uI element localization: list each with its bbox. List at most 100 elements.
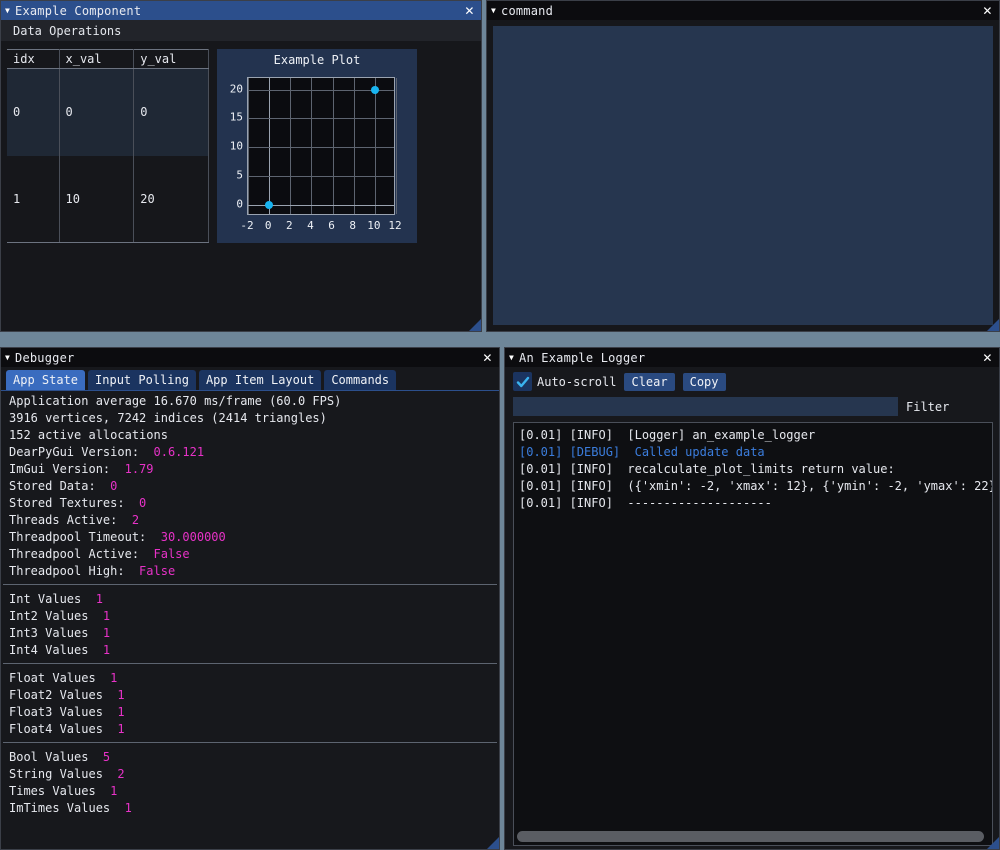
stat-label: Times Values [9,784,103,798]
triangle-down-icon[interactable]: ▼ [5,353,10,362]
divider [3,584,497,585]
command-input[interactable] [493,26,993,325]
example-component-body: Data Operations idx x_val y_val 0 0 0 1 … [1,20,481,331]
close-icon[interactable]: ✕ [480,350,495,365]
plot-gridline-horizontal [248,147,394,148]
window-example-component[interactable]: ▼ Example Component ✕ Data Operations id… [0,0,482,332]
close-icon[interactable]: ✕ [980,350,995,365]
example-component-content: idx x_val y_val 0 0 0 1 10 20 Example Pl… [1,41,481,243]
stat-label: Threads Active: [9,513,125,527]
plot-data-point [370,85,379,94]
resize-grip[interactable] [485,835,499,849]
cell-y-val[interactable]: 0 [133,68,209,156]
stat-value: 1 [110,722,125,736]
resize-grip[interactable] [985,835,999,849]
menu-item-data-operations[interactable]: Data Operations [7,22,127,40]
log-lines: [0.01] [INFO] [Logger] an_example_logger… [519,427,993,512]
plot-y-tick-label: 20 [229,82,243,95]
stat-value: 1 [102,671,118,685]
table-row[interactable]: 1 10 20 [7,155,209,243]
triangle-down-icon[interactable]: ▼ [509,353,514,362]
stat-value: 2 [124,513,140,527]
plot-canvas[interactable] [247,77,397,215]
plot-gridline-vertical [290,78,291,214]
stat-label: Float2 Values [9,688,111,702]
debugger-stat-line: Threads Active: 2 [9,512,493,529]
stat-label: Int2 Values [9,609,96,623]
log-horizontal-scrollbar[interactable] [517,831,989,842]
stat-label: Float4 Values [9,722,111,736]
stat-label: Threadpool Active: [9,547,147,561]
cell-x-val[interactable]: 10 [59,155,135,243]
log-line: [0.01] [INFO] ({'xmin': -2, 'xmax': 12},… [519,479,993,493]
stat-value: 1 [110,688,125,702]
scrollbar-thumb[interactable] [517,831,985,842]
cell-y-val[interactable]: 20 [133,155,209,243]
debugger-stat-line: Float2 Values 1 [9,687,493,704]
window-title: command [501,3,554,18]
tab-commands[interactable]: Commands [324,370,397,390]
close-icon[interactable]: ✕ [980,3,995,18]
logger-filter-row: Filter [513,397,993,416]
column-header-y-val[interactable]: y_val [133,49,209,69]
window-logger[interactable]: ▼ An Example Logger ✕ Auto-scroll Clear … [504,347,1000,850]
stat-label: 152 active allocations [9,428,168,442]
log-line: [0.01] [DEBUG] Called update data [519,445,765,459]
close-icon[interactable]: ✕ [462,3,477,18]
plot-gridline-vertical [333,78,334,214]
triangle-down-icon[interactable]: ▼ [5,6,10,15]
plot-title: Example Plot [273,53,361,67]
tab-app-state[interactable]: App State [6,370,86,390]
stat-value: 1 [110,705,125,719]
window-title: Debugger [15,350,75,365]
titlebar-example-component[interactable]: ▼ Example Component ✕ [1,1,481,20]
column-header-idx[interactable]: idx [7,49,60,69]
window-debugger[interactable]: ▼ Debugger ✕ App State Input Polling App… [0,347,500,850]
debugger-app-state-group-misc: Bool Values 5 String Values 2 Times Values… [1,747,499,817]
titlebar-debugger[interactable]: ▼ Debugger ✕ [1,348,499,367]
debugger-stat-line: 3916 vertices, 7242 indices (2414 triang… [9,410,493,427]
debugger-stat-line: DearPyGui Version: 0.6.121 [9,444,493,461]
stat-label: Float Values [9,671,103,685]
tab-input-polling[interactable]: Input Polling [88,370,196,390]
debugger-app-state-group-float: Float Values 1 Float2 Values 1 Float3 Valu… [1,668,499,738]
copy-button[interactable]: Copy [682,372,726,391]
plot-x-tick-label: 8 [349,219,357,232]
debugger-stat-line: ImGui Version: 1.79 [9,461,493,478]
clear-button[interactable]: Clear [624,372,675,391]
filter-input[interactable] [513,397,898,416]
cell-x-val[interactable]: 0 [59,68,135,156]
triangle-down-icon[interactable]: ▼ [491,6,496,15]
stat-value: 5 [95,750,111,764]
debugger-stat-line: Threadpool High: False [9,563,493,580]
plot-gridline-horizontal [248,118,394,119]
cell-idx[interactable]: 0 [7,68,60,156]
titlebar-command[interactable]: ▼ command ✕ [487,1,999,20]
plot-x-tick-label: -2 [240,219,254,232]
stat-value: 1 [88,592,103,606]
stat-value: 1 [117,801,132,815]
stat-label: Threadpool Timeout: [9,530,154,544]
autoscroll-checkbox[interactable] [513,372,532,391]
stat-label: 3916 vertices, 7242 indices (2414 triang… [9,411,327,425]
stat-value: 0.6.121 [146,445,205,459]
resize-grip[interactable] [467,317,481,331]
window-command[interactable]: ▼ command ✕ [486,0,1000,332]
stat-label: ImTimes Values [9,801,118,815]
stat-value: False [146,547,190,561]
plot-y-tick-label: 10 [229,139,243,153]
autoscroll-label: Auto-scroll [537,374,617,389]
debugger-stat-line: Stored Data: 0 [9,478,493,495]
tab-app-item-layout[interactable]: App Item Layout [198,370,322,390]
log-line: [0.01] [INFO] [Logger] an_example_logger [519,428,816,442]
plot-y-tick-label: 5 [236,168,243,182]
titlebar-logger[interactable]: ▼ An Example Logger ✕ [505,348,999,367]
stat-label: Stored Textures: [9,496,132,510]
divider [3,663,497,664]
cell-idx[interactable]: 1 [7,155,60,243]
resize-grip[interactable] [985,317,999,331]
column-header-x-val[interactable]: x_val [59,49,135,69]
example-plot[interactable]: Example Plot 0 5 10 15 20 -2 0 2 4 6 8 10 12 [217,49,417,243]
log-output[interactable]: [0.01] [INFO] [Logger] an_example_logger… [513,422,993,846]
table-row[interactable]: 0 0 0 [7,68,209,156]
